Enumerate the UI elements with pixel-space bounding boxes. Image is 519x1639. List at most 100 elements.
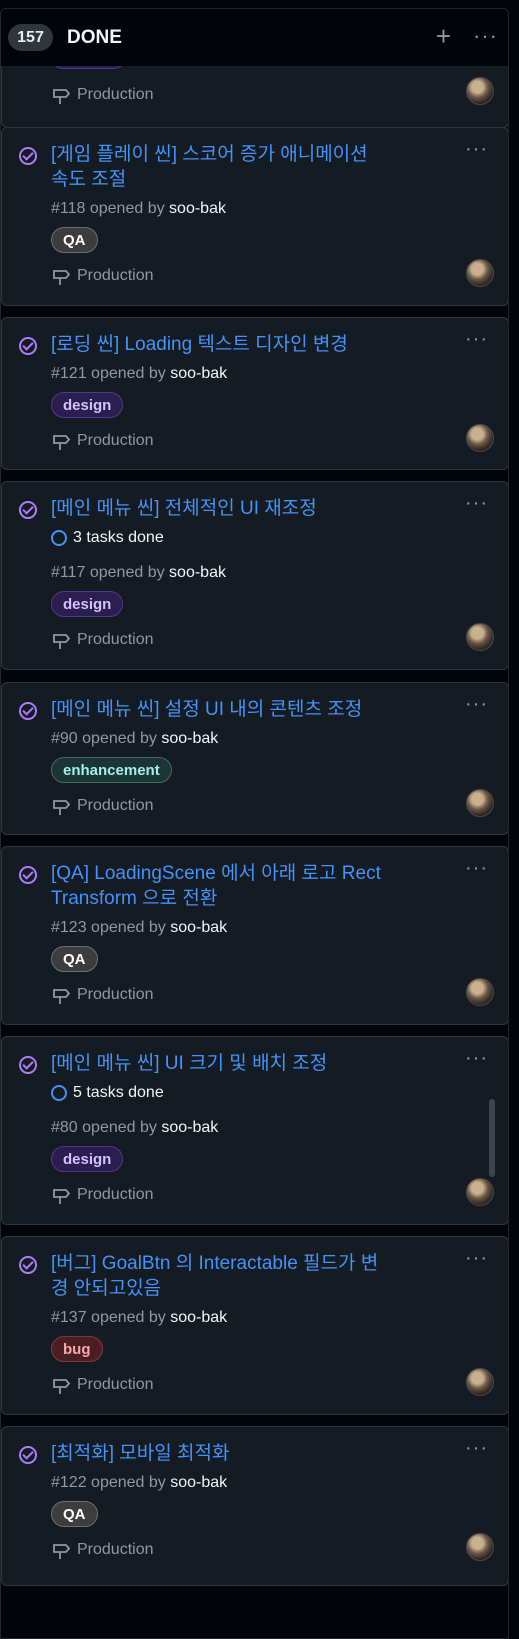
issue-title-link[interactable]: [버그] GoalBtn 의 Interactable 필드가 변경 안되고있음: [51, 1251, 431, 1301]
assignee-avatar[interactable]: [466, 789, 494, 817]
milestone-label: Production: [77, 1541, 154, 1558]
milestone-icon: [53, 270, 71, 285]
milestone: Production: [51, 985, 154, 1005]
assignee-avatar[interactable]: [466, 623, 494, 651]
scrollbar-thumb[interactable]: [489, 1099, 495, 1177]
author-link[interactable]: soo-bak: [170, 1309, 227, 1326]
column-menu-kebab-icon[interactable]: ···: [473, 23, 498, 49]
card-menu-kebab-icon[interactable]: ···: [465, 492, 488, 515]
author-link[interactable]: soo-bak: [161, 730, 218, 747]
issue-card[interactable]: [게임 플레이 씬] 스코어 증가 애니메이션 속도 조절 ··· #118 open…: [1, 127, 508, 306]
issue-title-link[interactable]: [QA] LoadingScene 에서 아래 로고 Rect Transform…: [51, 861, 431, 911]
issue-label[interactable]: design: [51, 1146, 124, 1172]
card-menu-kebab-icon[interactable]: ···: [465, 1437, 488, 1460]
opened-by-text: opened by: [91, 1309, 166, 1326]
milestone: Production: [51, 85, 154, 105]
board-column-done: 157 DONE + ··· Production [게임 플레이 씬] 스코어…: [0, 8, 509, 1639]
issue-label[interactable]: QA: [51, 227, 98, 253]
issue-label[interactable]: bug: [51, 1336, 103, 1362]
issue-meta: #123 opened by soo-bak: [51, 919, 227, 937]
task-progress: 3 tasks done: [51, 529, 164, 547]
card-menu-kebab-icon[interactable]: ···: [465, 693, 488, 716]
column-header: 157 DONE + ···: [1, 9, 508, 66]
done-status-icon: [19, 1056, 37, 1074]
issue-meta: #137 opened by soo-bak: [51, 1309, 227, 1327]
issue-number: #90: [51, 730, 78, 747]
milestone-icon: [53, 1189, 71, 1204]
issue-label[interactable]: QA: [51, 1501, 98, 1527]
done-status-icon: [19, 337, 37, 355]
issue-title-link[interactable]: [최적화] 모바일 최적화: [51, 1441, 431, 1466]
issue-card[interactable]: [QA] LoadingScene 에서 아래 로고 Rect Transform…: [1, 846, 508, 1025]
milestone: Production: [51, 1185, 154, 1205]
assignee-avatar[interactable]: [466, 424, 494, 452]
card-menu-kebab-icon[interactable]: ···: [465, 1047, 488, 1070]
task-progress-text: 5 tasks done: [73, 1084, 164, 1101]
issue-card[interactable]: [로딩 씬] Loading 텍스트 디자인 변경 ··· #121 opened …: [1, 317, 508, 470]
milestone: Production: [51, 1375, 154, 1395]
milestone: Production: [51, 630, 154, 650]
issue-label[interactable]: design: [51, 392, 124, 418]
milestone-label: Production: [77, 986, 154, 1003]
issue-number: #118: [51, 200, 86, 217]
author-link[interactable]: soo-bak: [170, 365, 227, 382]
opened-by-text: opened by: [82, 1119, 157, 1136]
milestone-label: Production: [77, 631, 154, 648]
milestone-icon: [53, 1544, 71, 1559]
done-status-icon: [19, 1256, 37, 1274]
issue-number: #121: [51, 365, 87, 382]
issue-title-link[interactable]: [게임 플레이 씬] 스코어 증가 애니메이션 속도 조절: [51, 142, 431, 192]
author-link[interactable]: soo-bak: [169, 200, 226, 217]
opened-by-text: opened by: [91, 919, 166, 936]
milestone: Production: [51, 796, 154, 816]
issue-title-link[interactable]: [메인 메뉴 씬] UI 크기 및 배치 조정: [51, 1051, 431, 1076]
column-title: DONE: [67, 26, 122, 48]
issue-title-link[interactable]: [로딩 씬] Loading 텍스트 디자인 변경: [51, 332, 431, 357]
opened-by-text: opened by: [91, 365, 166, 382]
assignee-avatar[interactable]: [466, 259, 494, 287]
author-link[interactable]: soo-bak: [170, 1474, 227, 1491]
task-progress-ring-icon: [51, 530, 67, 546]
assignee-avatar[interactable]: [466, 978, 494, 1006]
issue-meta: #117 opened by soo-bak: [51, 564, 226, 582]
card-menu-kebab-icon[interactable]: ···: [465, 1247, 488, 1270]
issue-card[interactable]: [메인 메뉴 씬] UI 크기 및 배치 조정 ··· 5 tasks done #8…: [1, 1036, 508, 1225]
milestone-label: Production: [77, 1376, 154, 1393]
issue-label[interactable]: QA: [51, 946, 98, 972]
task-progress-ring-icon: [51, 1085, 67, 1101]
opened-by-text: opened by: [89, 200, 165, 217]
milestone: Production: [51, 431, 154, 451]
author-link[interactable]: soo-bak: [170, 919, 227, 936]
opened-by-text: opened by: [91, 1474, 166, 1491]
card-menu-kebab-icon[interactable]: ···: [465, 138, 488, 161]
milestone-label: Production: [77, 432, 154, 449]
assignee-avatar[interactable]: [466, 1368, 494, 1396]
author-link[interactable]: soo-bak: [161, 1119, 218, 1136]
opened-by-text: opened by: [82, 730, 157, 747]
card-menu-kebab-icon[interactable]: ···: [465, 857, 488, 880]
author-link[interactable]: soo-bak: [169, 564, 226, 581]
issue-title-link[interactable]: [메인 메뉴 씬] 전체적인 UI 재조정: [51, 496, 431, 521]
issue-number: #137: [51, 1309, 87, 1326]
done-status-icon: [19, 501, 37, 519]
done-status-icon: [19, 1446, 37, 1464]
task-progress-text: 3 tasks done: [73, 529, 164, 546]
card-menu-kebab-icon[interactable]: ···: [465, 328, 488, 351]
assignee-avatar[interactable]: [466, 1533, 494, 1561]
milestone-label: Production: [77, 1186, 154, 1203]
assignee-avatar[interactable]: [466, 77, 494, 105]
add-item-plus-icon[interactable]: +: [436, 23, 451, 49]
issue-card[interactable]: [최적화] 모바일 최적화 ··· #122 opened by soo-bak QA…: [1, 1426, 508, 1586]
milestone-icon: [53, 435, 71, 450]
issue-card[interactable]: [메인 메뉴 씬] 설정 UI 내의 콘텐츠 조정 ··· #90 opened b…: [1, 682, 508, 835]
milestone-icon: [53, 989, 71, 1004]
milestone: Production: [51, 1540, 154, 1560]
issue-card[interactable]: [메인 메뉴 씬] 전체적인 UI 재조정 ··· 3 tasks done #117…: [1, 481, 508, 670]
issue-meta: #80 opened by soo-bak: [51, 1119, 218, 1137]
issue-title-link[interactable]: [메인 메뉴 씬] 설정 UI 내의 콘텐츠 조정: [51, 697, 431, 722]
issue-number: #80: [51, 1119, 78, 1136]
issue-label[interactable]: enhancement: [51, 757, 172, 783]
assignee-avatar[interactable]: [466, 1178, 494, 1206]
issue-label[interactable]: design: [51, 591, 124, 617]
issue-card[interactable]: [버그] GoalBtn 의 Interactable 필드가 변경 안되고있음…: [1, 1236, 508, 1415]
